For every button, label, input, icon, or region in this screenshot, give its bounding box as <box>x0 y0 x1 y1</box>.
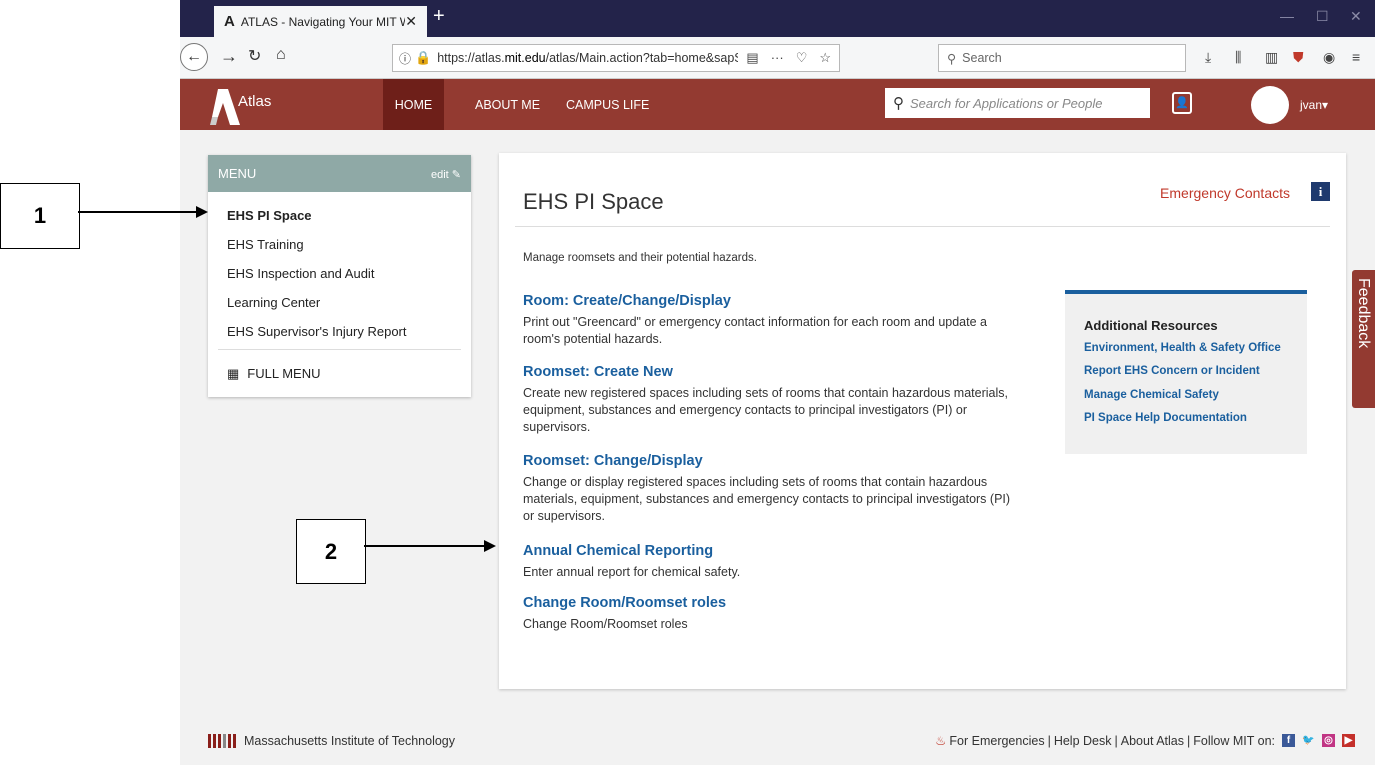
twitter-icon[interactable]: 🐦 <box>1302 734 1315 747</box>
page-description: Manage roomsets and their potential haza… <box>523 252 757 264</box>
mit-logo-icon <box>208 734 236 748</box>
resource-link-report-concern[interactable]: Report EHS Concern or Incident <box>1084 365 1260 377</box>
nav-campus-life[interactable]: CAMPUS LIFE <box>566 79 649 130</box>
annual-chemical-reporting-desc: Enter annual report for chemical safety. <box>523 565 741 579</box>
change-roles-link[interactable]: Change Room/Roomset roles <box>523 595 726 611</box>
callout-2: 2 <box>296 519 366 584</box>
page-title: EHS PI Space <box>523 189 664 214</box>
browser-tab-bar: A ATLAS - Navigating Your MIT W ✕ + — ☐ … <box>180 0 1375 37</box>
search-icon: ⚲ <box>947 51 957 66</box>
avatar[interactable] <box>1251 86 1289 124</box>
annual-chemical-reporting-link[interactable]: Annual Chemical Reporting <box>523 543 713 559</box>
main-panel: EHS PI Space Emergency Contacts i Manage… <box>499 153 1346 689</box>
title-divider <box>515 226 1330 227</box>
close-tab-icon[interactable]: ✕ <box>405 13 417 30</box>
change-roles-desc: Change Room/Roomset roles <box>523 617 688 631</box>
nav-home[interactable]: HOME <box>383 79 444 130</box>
menu-title: MENU <box>218 166 257 181</box>
emergency-contacts-link[interactable]: Emergency Contacts <box>1160 185 1290 201</box>
menu-hamburger-icon[interactable]: ≡ <box>1352 49 1360 65</box>
youtube-icon[interactable]: ▶ <box>1342 734 1355 747</box>
url-bar[interactable]: ⓘ 🔒 https://atlas.mit.edu/atlas/Main.act… <box>392 44 840 72</box>
room-create-link[interactable]: Room: Create/Change/Display <box>523 293 731 309</box>
search-icon: ⚲ <box>893 95 904 112</box>
menu-item-ehs-inspection[interactable]: EHS Inspection and Audit <box>227 266 374 281</box>
instagram-icon[interactable]: ◎ <box>1322 734 1335 747</box>
pocket-icon[interactable]: ♡ <box>796 50 808 66</box>
user-menu[interactable]: jvan▾ <box>1300 98 1328 112</box>
extension-icon[interactable]: ◉ <box>1323 49 1335 66</box>
about-atlas-link[interactable]: About Atlas <box>1121 734 1184 748</box>
roomset-change-desc: Change or display registered spaces incl… <box>523 475 1011 523</box>
callout-1: 1 <box>0 183 80 249</box>
reader-view-icon[interactable]: ▤ <box>746 50 758 66</box>
new-tab-icon[interactable]: + <box>433 5 445 28</box>
resources-title: Additional Resources <box>1084 318 1218 333</box>
atlas-logo-icon[interactable] <box>208 87 242 127</box>
resource-link-ehs-office[interactable]: Environment, Health & Safety Office <box>1084 342 1281 354</box>
browser-toolbar: ← → ↻ ⌂ ⓘ 🔒 https://atlas.mit.edu/atlas/… <box>180 37 1375 79</box>
url-text: https://atlas.mit.edu/atlas/Main.action?… <box>437 51 739 65</box>
home-icon[interactable]: ⌂ <box>276 46 286 64</box>
grid-icon: ▦ <box>227 366 240 381</box>
download-icon[interactable]: ⤓ <box>1205 49 1211 66</box>
resource-link-help-docs[interactable]: PI Space Help Documentation <box>1084 412 1247 424</box>
nav-about-me[interactable]: ABOUT ME <box>475 79 540 130</box>
callout-2-arrow <box>364 540 496 552</box>
roomset-create-link[interactable]: Roomset: Create New <box>523 364 673 380</box>
facebook-icon[interactable]: f <box>1282 734 1295 747</box>
app-search-input[interactable]: ⚲ Search for Applications or People <box>885 88 1150 118</box>
brand-name[interactable]: Atlas <box>238 93 271 110</box>
side-menu: MENU edit ✎ EHS PI Space EHS Training EH… <box>208 155 471 397</box>
ublock-icon[interactable]: ⛊ <box>1293 49 1304 66</box>
room-create-desc: Print out "Greencard" or emergency conta… <box>523 315 987 346</box>
roomset-create-desc: Create new registered spaces including s… <box>523 386 1008 434</box>
tab-title: ATLAS - Navigating Your MIT W <box>240 14 406 29</box>
pencil-icon: ✎ <box>451 169 461 181</box>
browser-search-input[interactable]: ⚲ Search <box>938 44 1186 72</box>
reload-icon[interactable]: ↻ <box>248 46 261 66</box>
back-icon[interactable]: ← <box>180 43 208 71</box>
flame-icon: ♨ <box>935 734 947 748</box>
menu-edit-button[interactable]: edit ✎ <box>431 168 461 181</box>
close-window-icon[interactable]: ✕ <box>1350 8 1362 25</box>
menu-item-learning-center[interactable]: Learning Center <box>227 295 320 310</box>
address-book-icon[interactable]: 👤 <box>1172 92 1192 114</box>
additional-resources: Additional Resources Environment, Health… <box>1065 290 1307 454</box>
maximize-icon[interactable]: ☐ <box>1316 8 1329 25</box>
atlas-header: Atlas HOME ABOUT ME CAMPUS LIFE ⚲ Search… <box>180 79 1375 130</box>
emergencies-link[interactable]: For Emergencies <box>949 734 1044 748</box>
mit-footer-link[interactable]: Massachusetts Institute of Technology <box>208 734 455 748</box>
bookmark-star-icon[interactable]: ☆ <box>819 50 831 66</box>
menu-divider <box>218 349 461 350</box>
atlas-favicon-icon: A <box>224 13 235 30</box>
menu-header: MENU edit ✎ <box>208 155 471 192</box>
browser-tab[interactable]: A ATLAS - Navigating Your MIT W ✕ <box>214 6 427 37</box>
info-icon[interactable]: ⓘ <box>399 50 411 67</box>
menu-item-ehs-training[interactable]: EHS Training <box>227 237 304 252</box>
follow-label: Follow MIT on: <box>1193 733 1275 748</box>
page-body: MENU edit ✎ EHS PI Space EHS Training EH… <box>180 130 1375 765</box>
library-icon[interactable]: ⫼ <box>1235 49 1241 66</box>
help-desk-link[interactable]: Help Desk <box>1054 734 1112 748</box>
info-icon[interactable]: i <box>1311 182 1330 201</box>
menu-item-injury-report[interactable]: EHS Supervisor's Injury Report <box>227 324 407 339</box>
sidebar-icon[interactable]: ▥ <box>1265 49 1278 66</box>
feedback-button[interactable]: Feedback <box>1352 270 1375 408</box>
lock-icon: 🔒 <box>415 50 432 65</box>
menu-item-ehs-pi-space[interactable]: EHS PI Space <box>227 208 312 223</box>
page-actions-icon[interactable]: ··· <box>771 50 784 66</box>
roomset-change-link[interactable]: Roomset: Change/Display <box>523 453 703 469</box>
full-menu-button[interactable]: ▦ FULL MENU <box>227 366 321 382</box>
forward-icon[interactable]: → <box>220 46 238 67</box>
callout-1-arrow <box>78 206 208 218</box>
minimize-icon[interactable]: — <box>1280 8 1294 24</box>
resource-link-chemical-safety[interactable]: Manage Chemical Safety <box>1084 389 1219 401</box>
footer-links: ♨ For Emergencies | Help Desk | About At… <box>935 733 1355 748</box>
